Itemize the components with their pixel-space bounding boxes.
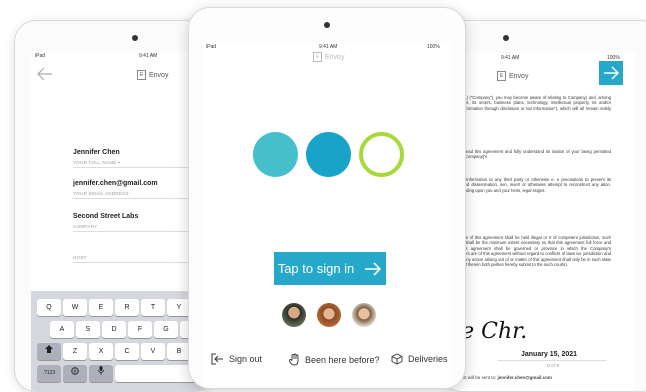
mic-key[interactable]	[89, 365, 113, 382]
status-time: 9:41 AM	[139, 53, 158, 59]
hand-wave-icon	[289, 353, 299, 366]
deliveries-button[interactable]: Deliveries	[391, 353, 448, 365]
avatar[interactable]	[317, 303, 341, 327]
key-s[interactable]: S	[76, 321, 100, 338]
arrow-right-icon	[365, 261, 382, 276]
status-time: 9:41 AM	[319, 44, 338, 50]
globe-icon	[71, 367, 79, 375]
brand-name: Envoy	[325, 53, 345, 61]
brand-name: Envoy	[509, 72, 529, 80]
key-w[interactable]: W	[63, 299, 87, 316]
envoy-logo-icon: E	[313, 52, 322, 62]
agreement-paragraph: you have read this agreement and fully u…	[445, 149, 611, 160]
status-battery: 100%	[427, 44, 440, 50]
envoy-brand: E Envoy	[137, 70, 168, 80]
sign-in-button[interactable]: Tap to sign in	[274, 252, 386, 285]
envoy-brand: E Envoy	[497, 71, 528, 81]
camera	[324, 22, 330, 28]
brand-name: Envoy	[149, 71, 169, 79]
sign-out-button[interactable]: Sign out	[211, 353, 262, 365]
host-label: HOST	[73, 255, 87, 260]
email-label: YOUR EMAIL ADDRESS	[73, 191, 129, 196]
key-r[interactable]: R	[115, 299, 139, 316]
dot-light-teal	[253, 132, 298, 177]
key-f[interactable]: F	[128, 321, 152, 338]
been-here-button[interactable]: Been here before?	[289, 353, 380, 366]
right-screen: 9:41 AM 100% E Envoy mpany, Inc.) ("Comp…	[441, 53, 635, 391]
microphone-icon	[98, 366, 104, 375]
center-ipad: iPad 9:41 AM 100% E Envoy Tap to sign in…	[188, 7, 466, 389]
key-c[interactable]: C	[115, 343, 139, 360]
key-a[interactable]: A	[50, 321, 74, 338]
shift-key[interactable]	[37, 343, 61, 360]
shift-icon	[45, 345, 53, 353]
sign-out-icon	[211, 353, 223, 365]
name-field[interactable]: Jennifer Chen	[73, 149, 120, 156]
back-arrow-icon[interactable]	[37, 67, 53, 86]
dot-green-ring	[359, 132, 404, 177]
camera	[503, 35, 509, 41]
key-z[interactable]: Z	[63, 343, 87, 360]
email-field[interactable]: jennifer.chen@gmail.com	[73, 180, 158, 187]
sent-to-email: jennifer.chen@gmail.com	[497, 375, 552, 380]
key-x[interactable]: X	[89, 343, 113, 360]
company-label: COMPANY	[73, 224, 98, 229]
status-bar: iPad 9:41 AM 100%	[203, 42, 451, 52]
divider	[497, 360, 607, 361]
arrow-right-icon	[604, 66, 619, 80]
camera	[132, 35, 138, 41]
key-t[interactable]: T	[141, 299, 165, 316]
status-time: 9:41 AM	[501, 55, 520, 61]
been-here-label: Been here before?	[305, 354, 380, 365]
key-q[interactable]: Q	[37, 299, 61, 316]
key-v[interactable]: V	[141, 343, 165, 360]
dot-teal	[306, 132, 351, 177]
deliveries-label: Deliveries	[408, 354, 448, 364]
key-e[interactable]: E	[89, 299, 113, 316]
envoy-logo-icon: E	[497, 71, 506, 81]
left-ipad: iPad 9:41 AM E Envoy Jennifer Chen YOUR …	[14, 20, 216, 392]
globe-key[interactable]	[63, 365, 87, 382]
key-d[interactable]: D	[102, 321, 126, 338]
sign-in-label: Tap to sign in	[277, 261, 355, 276]
package-icon	[391, 353, 403, 365]
status-carrier: iPad	[206, 44, 217, 50]
envoy-logo-icon: E	[137, 70, 146, 80]
company-field[interactable]: Second Street Labs	[73, 213, 138, 220]
right-ipad: 9:41 AM 100% E Envoy mpany, Inc.) ("Comp…	[440, 20, 646, 392]
key-g[interactable]: G	[154, 321, 178, 338]
center-screen: iPad 9:41 AM 100% E Envoy Tap to sign in…	[203, 42, 451, 388]
numbers-key[interactable]: .?123	[37, 365, 61, 382]
date-value: January 15, 2021	[521, 351, 578, 358]
avatar[interactable]	[352, 303, 376, 327]
agreement-paragraph: e provisions of this agreement shall be …	[445, 235, 611, 268]
sign-out-label: Sign out	[229, 354, 263, 364]
agreement-paragraph: mpany, Inc.) ("Company"), you may become…	[445, 95, 611, 116]
avatar[interactable]	[282, 303, 306, 327]
next-button[interactable]	[599, 61, 623, 85]
agreement-paragraph: onfidential Information to any third par…	[445, 177, 611, 193]
name-label: YOUR FULL NAME •	[73, 160, 120, 165]
status-carrier: iPad	[35, 53, 46, 59]
envoy-brand: E Envoy	[313, 52, 344, 62]
date-label: DATE	[547, 363, 560, 368]
